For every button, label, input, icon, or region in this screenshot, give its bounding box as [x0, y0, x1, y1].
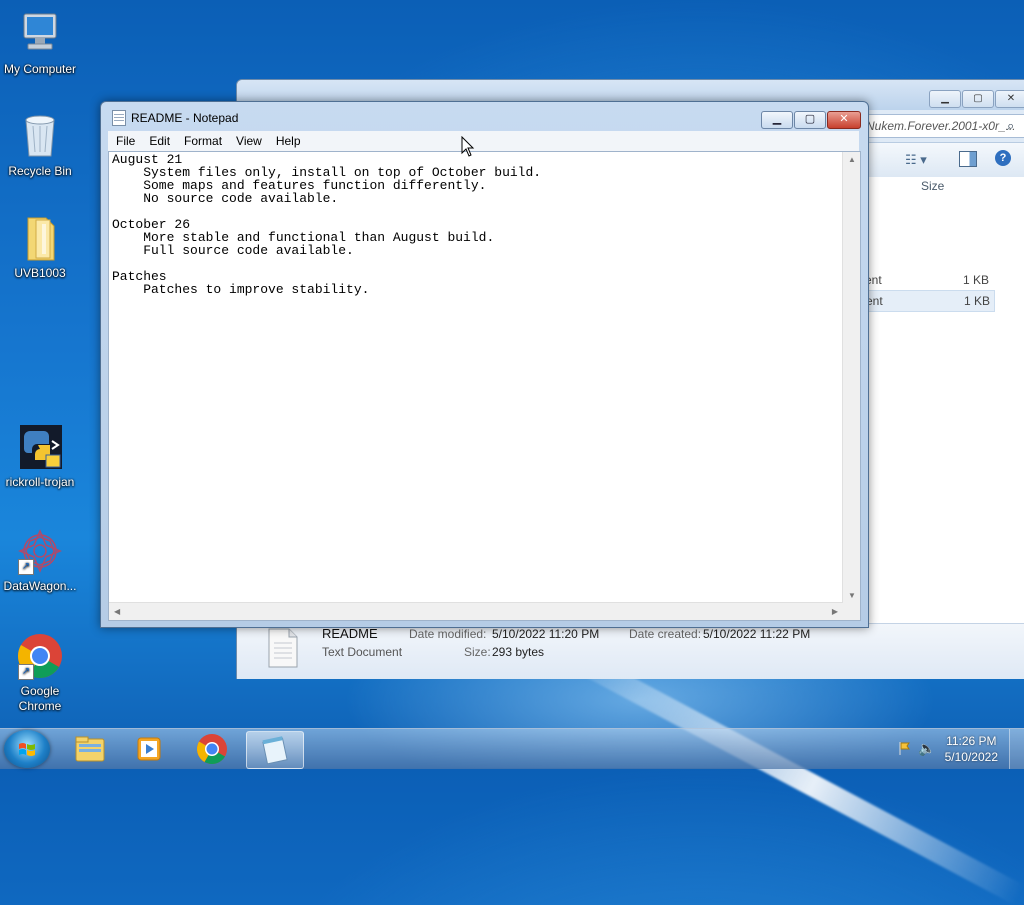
desktop-icon-uvb1003[interactable]: UVB1003	[0, 214, 80, 281]
taskbar-media-player[interactable]	[122, 731, 178, 767]
details-created-value: 5/10/2022 11:22 PM	[703, 627, 811, 641]
shortcut-arrow-icon: ↗	[18, 559, 34, 575]
folder-icon	[16, 214, 64, 262]
windows-logo-icon	[19, 743, 35, 756]
chrome-icon: ↗	[16, 632, 64, 680]
search-icon[interactable]: ⌕	[1007, 118, 1014, 134]
details-pane: README Text Document Date modified: 5/10…	[237, 623, 1024, 679]
desktop-icon-label: Recycle Bin	[8, 164, 72, 178]
column-header-size[interactable]: Size	[921, 179, 944, 193]
menu-edit[interactable]: Edit	[141, 131, 176, 151]
scroll-right-arrow-icon[interactable]: ▶	[832, 607, 838, 616]
notepad-icon	[262, 736, 288, 765]
scroll-left-arrow-icon[interactable]: ◀	[114, 607, 120, 616]
text-content[interactable]: August 21 System files only, install on …	[112, 153, 842, 602]
datawagon-shortcut-icon: ↗	[16, 527, 64, 575]
desktop-icon-label: rickroll-trojan	[5, 475, 75, 489]
details-modified-value: 5/10/2022 11:20 PM	[492, 627, 600, 641]
taskbar-google-chrome[interactable]	[184, 731, 240, 767]
minimize-button[interactable]: ▁	[929, 90, 961, 108]
view-options-icon[interactable]: ☷ ▾	[905, 152, 927, 168]
details-created-label: Date created:	[629, 627, 702, 641]
file-row[interactable]: ent 1 KB	[865, 270, 993, 290]
media-player-icon	[137, 737, 161, 761]
recycle-bin-icon	[16, 112, 64, 160]
notepad-window[interactable]: README - Notepad ▁ ▢ ✕ File Edit Format Vie…	[100, 101, 869, 628]
address-bar[interactable]: Nukem.Forever.2001-x0r_...	[861, 114, 1024, 138]
details-size-label: Size:	[464, 645, 491, 659]
details-size-value: 293 bytes	[492, 645, 545, 659]
system-tray: 🔈 11:26 PM 5/10/2022	[884, 729, 1024, 769]
close-button[interactable]: ✕	[995, 90, 1024, 108]
menu-file[interactable]: File	[108, 131, 141, 151]
text-editor[interactable]: August 21 System files only, install on …	[108, 151, 861, 621]
file-size-cell: 1 KB	[962, 273, 989, 287]
desktop-icon-rickroll-trojan[interactable]: rickroll-trojan	[0, 423, 80, 490]
close-button[interactable]: ✕	[827, 111, 861, 129]
action-center-flag-icon[interactable]	[898, 741, 912, 755]
desktop-icon-label: UVB1003	[14, 266, 66, 280]
taskbar-clock[interactable]: 11:26 PM 5/10/2022	[945, 733, 998, 765]
menu-help[interactable]: Help	[268, 131, 307, 151]
scroll-up-arrow-icon[interactable]: ▲	[848, 155, 856, 164]
text-document-icon	[267, 628, 299, 668]
file-size-cell: 1 KB	[963, 294, 990, 308]
chrome-icon	[196, 734, 227, 765]
menu-bar: File Edit Format View Help	[108, 131, 859, 151]
wallpaper-light-streak	[554, 641, 1024, 905]
desktop-icon-label: Google Chrome	[18, 684, 62, 713]
horizontal-scrollbar[interactable]: ◀ ▶	[109, 602, 843, 620]
scroll-down-arrow-icon[interactable]: ▼	[848, 591, 856, 600]
windows-explorer-icon	[75, 736, 105, 762]
taskbar: 🔈 11:26 PM 5/10/2022	[0, 728, 1024, 769]
maximize-button[interactable]: ▢	[794, 111, 826, 129]
desktop-icon-recycle-bin[interactable]: Recycle Bin	[0, 112, 80, 179]
help-icon[interactable]: ?	[995, 150, 1011, 166]
details-file-type: Text Document	[322, 645, 403, 659]
computer-icon	[16, 10, 64, 58]
preview-pane-icon[interactable]	[959, 151, 977, 167]
desktop-icon-my-computer[interactable]: My Computer	[0, 10, 80, 77]
maximize-button[interactable]: ▢	[962, 90, 994, 108]
menu-format[interactable]: Format	[176, 131, 228, 151]
desktop-icon-datawagon[interactable]: ↗ DataWagon...	[0, 527, 80, 594]
taskbar-notepad[interactable]	[246, 731, 304, 769]
mouse-cursor-icon	[461, 135, 475, 161]
file-row-selected[interactable]: ent 1 KB	[865, 290, 995, 312]
minimize-button[interactable]: ▁	[761, 111, 793, 129]
details-modified-label: Date modified:	[409, 627, 487, 641]
details-file-name: README	[322, 626, 378, 641]
clock-date: 5/10/2022	[944, 750, 998, 764]
desktop-icon-google-chrome[interactable]: ↗ Google Chrome	[0, 632, 80, 714]
show-desktop-button[interactable]	[1009, 729, 1024, 769]
menu-view[interactable]: View	[228, 131, 268, 151]
start-button[interactable]	[4, 730, 50, 768]
taskbar-windows-explorer[interactable]	[62, 731, 118, 767]
python-shortcut-icon	[16, 423, 64, 471]
clock-time: 11:26 PM	[946, 734, 997, 748]
notepad-app-icon	[112, 110, 126, 126]
shortcut-arrow-icon: ↗	[18, 664, 34, 680]
desktop-icon-label: My Computer	[3, 62, 77, 76]
resize-grip[interactable]	[843, 603, 860, 620]
volume-icon[interactable]: 🔈	[918, 740, 935, 757]
window-title: README - Notepad	[131, 111, 239, 125]
vertical-scrollbar[interactable]: ▲ ▼	[842, 152, 860, 603]
desktop-icon-label: DataWagon...	[3, 579, 77, 593]
